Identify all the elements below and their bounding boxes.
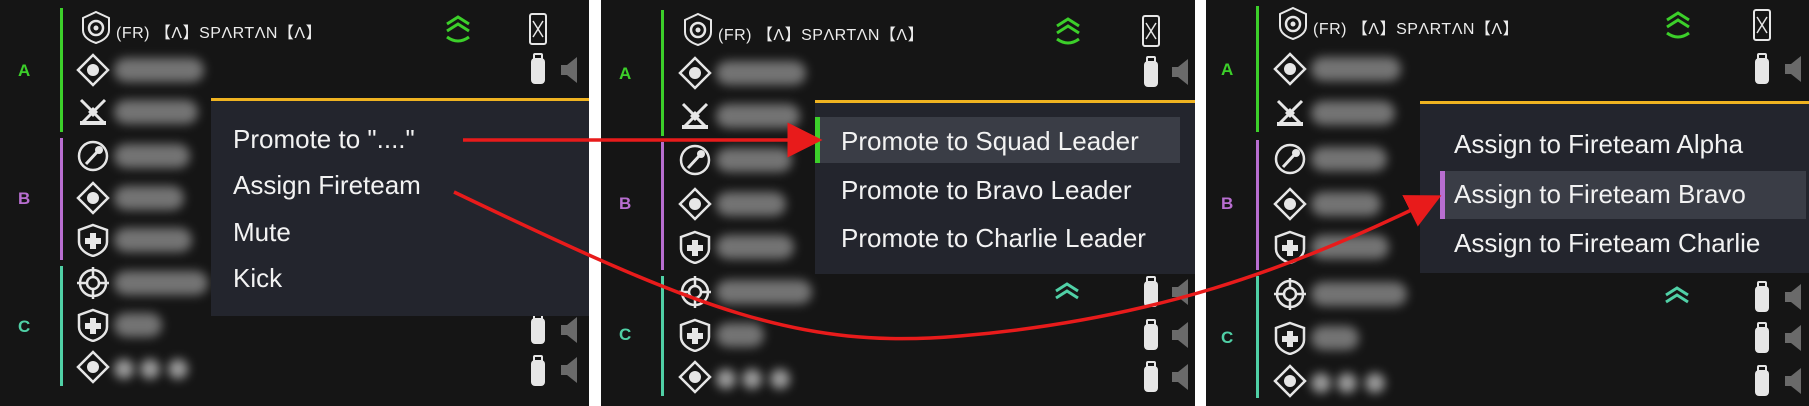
assign-fireteam-arrow: [453, 190, 1442, 341]
flow-arrows: [453, 122, 1442, 341]
